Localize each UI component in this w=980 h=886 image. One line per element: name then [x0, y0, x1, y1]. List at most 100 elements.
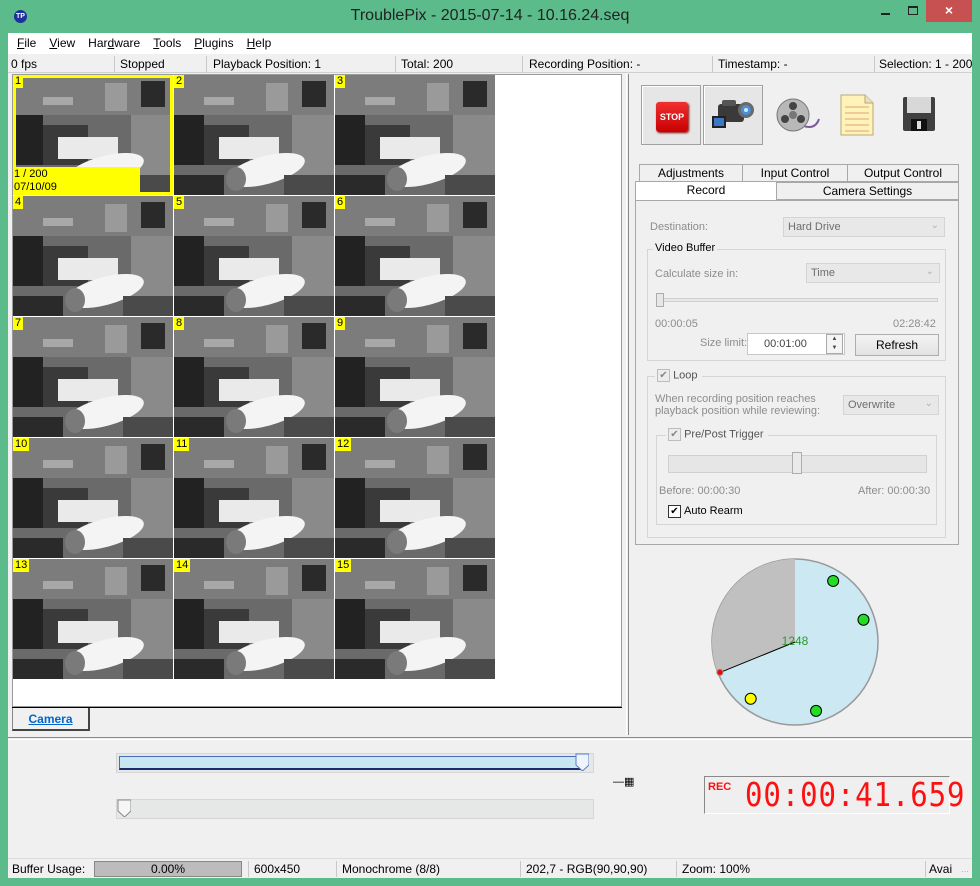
top-status-bar: 0 fps Stopped Playback Position: 1 Total… — [8, 55, 972, 73]
buffer-slider-thumb[interactable] — [656, 293, 664, 307]
minimize-button[interactable] — [870, 0, 900, 22]
video-buffer-title: Video Buffer — [653, 242, 718, 254]
stop-button[interactable]: STOP — [641, 85, 701, 145]
close-icon: × — [944, 2, 954, 18]
tab-output-control[interactable]: Output Control — [847, 164, 959, 182]
tab-camera-label: Camera — [28, 712, 73, 726]
dial-marker-green — [827, 574, 840, 587]
horizontal-splitter[interactable] — [8, 737, 972, 740]
thumbnail-frame[interactable]: 7 — [13, 317, 173, 437]
loop-desc-1: When recording position reaches — [655, 393, 816, 405]
vertical-splitter[interactable] — [626, 74, 629, 735]
thumbnail-frame[interactable]: 5 — [174, 196, 334, 316]
save-button[interactable] — [889, 85, 949, 145]
tab-record[interactable]: Record — [635, 181, 777, 200]
tab-adjustments[interactable]: Adjustments — [639, 164, 743, 182]
thumbnail-frame[interactable]: 4 — [13, 196, 173, 316]
loop-checkbox[interactable]: ✔ — [657, 369, 670, 382]
trigger-checkbox[interactable]: ✔ — [668, 428, 681, 441]
thumbnail-number: 13 — [13, 559, 30, 572]
frame-image — [335, 196, 495, 316]
calc-size-label: Calculate size in: — [655, 268, 739, 280]
frame-image — [335, 559, 495, 679]
frame-image — [13, 559, 173, 679]
thumbnail-frame[interactable]: 1 1 / 20007/10/09 12:13:16.126000 — [13, 75, 173, 195]
thumbnail-frame[interactable]: 11 — [174, 438, 334, 558]
size-limit-spinner[interactable]: ▲ ▼ — [826, 334, 843, 354]
thumbnail-number: 11 — [174, 438, 190, 451]
tab-camera[interactable]: Camera — [12, 708, 90, 731]
frame-image — [174, 75, 334, 195]
floppy-disk-icon — [903, 97, 935, 131]
thumbnail-frame[interactable]: 6 — [335, 196, 495, 316]
calc-size-select[interactable]: Time ⌄ — [806, 263, 940, 283]
notepad-icon — [840, 94, 874, 136]
menu-hardware[interactable]: Hardware — [81, 33, 146, 54]
frame-image — [174, 196, 334, 316]
playback-slider[interactable] — [116, 753, 594, 773]
title-bar: TP TroublePix - 2015-07-14 - 10.16.24.se… — [0, 0, 980, 33]
buffer-usage-bar: 0.00% — [94, 861, 242, 877]
thumbnail-frame[interactable]: 10 — [13, 438, 173, 558]
trigger-label: Pre/Post Trigger — [684, 428, 764, 441]
auto-rearm-label: Auto Rearm — [684, 505, 743, 517]
timestamp-status: Timestamp: - — [718, 57, 788, 71]
menu-file[interactable]: File — [10, 33, 42, 54]
record-slider-handle[interactable] — [117, 799, 131, 817]
tab-input-control[interactable]: Input Control — [742, 164, 848, 182]
thumbnail-frame[interactable]: 13 — [13, 559, 173, 679]
thumbnail-frame[interactable]: 3 — [335, 75, 495, 195]
loop-desc-2: playback position while reviewing: — [655, 405, 821, 417]
camera-button[interactable] — [703, 85, 763, 145]
maximize-icon — [908, 6, 918, 15]
resolution-status: 600x450 — [254, 862, 301, 876]
recording-position: Recording Position: - — [529, 57, 641, 71]
thumbnail-panel[interactable]: 1 1 / 20007/10/09 12:13:16.126000 2 3 4 5 6 7 8 9… — [12, 74, 622, 707]
frame-image — [13, 438, 173, 558]
frame-image — [174, 317, 334, 437]
frame-timestamp: 07/10/09 12:13:16.126000 — [14, 181, 97, 195]
loop-action-select[interactable]: Overwrite ⌄ — [843, 395, 939, 415]
app-window: TP TroublePix - 2015-07-14 - 10.16.24.se… — [0, 0, 980, 886]
playback-slider-handle[interactable] — [575, 753, 589, 771]
resize-grip-icon[interactable]: ⋯ — [961, 867, 970, 876]
menu-view[interactable]: View — [42, 33, 81, 54]
color-mode-status: Monochrome (8/8) — [342, 862, 441, 876]
selection-status: Selection: 1 - 200 — [879, 57, 973, 71]
buffer-slider-track[interactable] — [658, 298, 938, 302]
buffer-min-label: 00:00:05 — [655, 318, 698, 330]
playback-state: Stopped — [120, 57, 165, 71]
destination-label: Destination: — [650, 221, 709, 233]
size-limit-input[interactable]: 00:01:00 ▲ ▼ — [747, 333, 845, 355]
menu-plugins[interactable]: Plugins — [187, 33, 239, 54]
notes-button[interactable] — [827, 85, 887, 145]
refresh-button[interactable]: Refresh — [855, 334, 939, 356]
buffer-usage-value: 0.00% — [150, 862, 186, 876]
frame-image — [335, 317, 495, 437]
chevron-down-icon: ⌄ — [925, 266, 934, 277]
playback-position: Playback Position: 1 — [213, 57, 322, 71]
thumbnail-number: 12 — [335, 438, 352, 451]
thumbnail-frame[interactable]: 12 — [335, 438, 495, 558]
trigger-slider-thumb[interactable] — [791, 452, 802, 474]
menu-help[interactable]: Help — [240, 33, 278, 54]
thumbnail-frame[interactable]: 9 — [335, 317, 495, 437]
thumbnail-frame[interactable]: 14 — [174, 559, 334, 679]
thumbnail-number: 2 — [174, 75, 185, 88]
auto-rearm-checkbox[interactable]: ✔ — [668, 505, 681, 518]
dial-center-value: 1248 — [782, 634, 809, 648]
thumbnail-frame[interactable]: 15 — [335, 559, 495, 679]
tab-camera-settings[interactable]: Camera Settings — [776, 182, 959, 200]
destination-select[interactable]: Hard Drive ⌄ — [783, 217, 945, 237]
maximize-button[interactable] — [898, 0, 928, 22]
thumbnail-frame[interactable]: 2 — [174, 75, 334, 195]
menu-tools[interactable]: Tools — [146, 33, 187, 54]
film-reel-button[interactable] — [765, 85, 825, 145]
close-button[interactable]: × — [926, 0, 972, 22]
record-slider[interactable] — [116, 799, 594, 819]
client-area: File View Hardware Tools Plugins Help 0 fps S… — [8, 33, 972, 878]
dial-marker-green — [810, 704, 823, 717]
after-label: After: 00:00:30 — [858, 485, 931, 497]
thumbnail-frame[interactable]: 8 — [174, 317, 334, 437]
pin-icon[interactable]: —▦ — [613, 775, 634, 788]
